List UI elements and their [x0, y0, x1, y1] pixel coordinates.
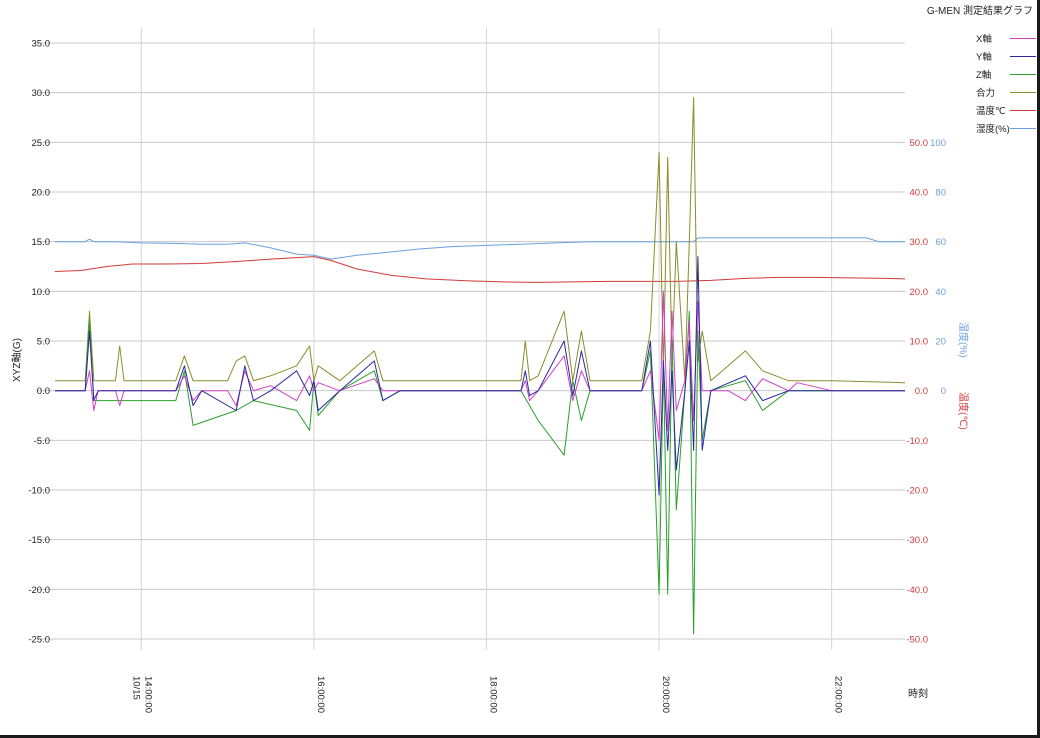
y-tick-label: 25.0 — [32, 138, 51, 149]
series-line-4 — [54, 256, 906, 283]
legend-swatch-x — [1010, 38, 1036, 39]
y2-tick-label: 0.0 — [915, 386, 928, 397]
y2-tick-label: -30.0 — [906, 535, 928, 546]
x-tick-label: 14:00:00 — [142, 676, 153, 713]
y-tick-label: -25.0 — [28, 635, 50, 646]
series-line-5 — [55, 237, 905, 260]
series-line-3 — [55, 97, 906, 384]
y-tick-label: 20.0 — [32, 188, 51, 199]
legend-swatch-z — [1010, 74, 1036, 75]
y2-tick-label: -50.0 — [906, 635, 928, 646]
legend-label-humidity: 湿度(%) — [976, 124, 1010, 135]
y-tick-label: 30.0 — [32, 88, 51, 99]
legend-label-y: Y軸 — [976, 52, 992, 63]
y2-tick-label: -40.0 — [906, 585, 928, 596]
x-date-label: 10/15 — [130, 676, 141, 700]
y3-tick-label: 40 — [935, 287, 946, 298]
legend-swatch-y — [1010, 56, 1036, 57]
x-tick-label: 18:00:00 — [487, 676, 498, 713]
y-tick-labels: -25.0 -20.0 -15.0 -10.0 -5.0 0.0 5.0 10.0 15.0 20… — [28, 39, 50, 646]
y2-tick-label: -10.0 — [906, 436, 928, 447]
y2-axis-label: 温度(℃) — [957, 392, 970, 430]
y-axis-label: XYZ軸(G) — [10, 338, 23, 382]
y2-tick-label: 20.0 — [910, 287, 929, 298]
y3-tick-labels: 0 20 40 60 80 100 — [930, 138, 946, 397]
y-tick-label: 35.0 — [32, 39, 51, 50]
y3-tick-label: 20 — [935, 337, 946, 348]
y2-tick-label: 30.0 — [910, 237, 929, 248]
y2-tick-labels: -50.0 -40.0 -30.0 -20.0 -10.0 0.0 10.0 20.0 30.0… — [906, 138, 928, 646]
y-tick-label: 10.0 — [32, 287, 51, 298]
y-tick-label: -15.0 — [28, 535, 50, 546]
legend-label-temperature: 温度℃ — [976, 106, 1006, 117]
legend-swatch-resultant — [1010, 92, 1036, 93]
legend-swatch-temperature — [1010, 110, 1036, 111]
y3-tick-label: 80 — [935, 188, 946, 199]
y2-tick-label: 10.0 — [910, 337, 929, 348]
y2-tick-label: 40.0 — [910, 188, 929, 199]
y3-axis-label: 湿度(%) — [957, 322, 970, 358]
chart-svg: -25.0 -20.0 -15.0 -10.0 -5.0 0.0 5.0 10.0 15.0 20… — [10, 28, 970, 713]
legend-label-x: X軸 — [976, 34, 992, 45]
series-layer — [54, 97, 906, 635]
chart-window: G-MEN 測定結果グラフ -25.0 -20.0 -15.0 -10.0 -5.0 0.… — [0, 0, 1040, 738]
x-axis-label: 時刻 — [908, 687, 928, 700]
y-tick-label: 5.0 — [37, 337, 50, 348]
y-tick-label: -20.0 — [28, 585, 50, 596]
x-gridlines — [140, 28, 833, 650]
legend-label-z: Z軸 — [976, 70, 992, 81]
legend-label-resultant: 合力 — [976, 88, 996, 99]
y-gridlines — [38, 42, 905, 640]
x-tick-label: 20:00:00 — [660, 676, 671, 713]
y-tick-label: 15.0 — [32, 237, 51, 248]
y-tick-label: -10.0 — [28, 486, 50, 497]
y3-tick-label: 60 — [935, 237, 946, 248]
series-line-2 — [55, 310, 905, 635]
legend-swatch-humidity — [1010, 128, 1036, 129]
x-tick-labels: 14:00:0010/15 16:00:00 18:00:00 20:00:00 22:… — [130, 676, 843, 713]
y-tick-label: 0.0 — [37, 386, 50, 397]
y-tick-label: -5.0 — [34, 436, 50, 447]
x-tick-label: 22:00:00 — [833, 676, 844, 713]
y2-tick-label: 50.0 — [910, 138, 929, 149]
x-tick-label: 16:00:00 — [315, 676, 326, 713]
y2-tick-label: -20.0 — [906, 486, 928, 497]
y3-tick-label: 100 — [930, 138, 946, 149]
y3-tick-label: 0 — [941, 386, 946, 397]
series-line-0 — [55, 290, 905, 441]
